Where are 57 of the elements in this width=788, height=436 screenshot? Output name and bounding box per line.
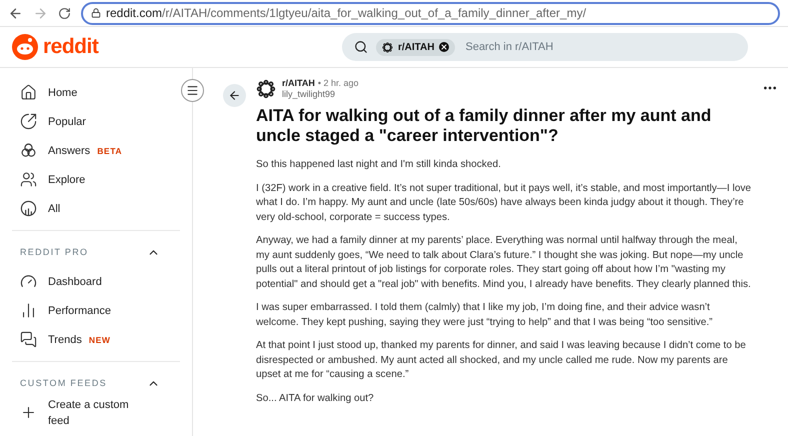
answers-icon	[20, 142, 37, 159]
search-field[interactable]: r/AITAH Search in r/AITAH	[342, 33, 748, 61]
sidebar-item[interactable]: Performance	[8, 296, 184, 325]
search-icon	[354, 40, 368, 54]
post-paragraph: I (32F) work in a creative field. It’s not super traditional, but it pays well, it’s stable, and most importantly—I love what I do. I’m happy. My aunt and uncle (late 50s/60s) have always been kinda judgy about it though. They’re very old-school, corporate = success types.	[256, 182, 752, 224]
post-paragraph: So... AITA for walking out?	[256, 392, 375, 406]
section-header[interactable]: REDDIT PRO	[8, 241, 172, 263]
item-label: Answers	[48, 144, 90, 156]
sidebar-item[interactable]: Create a custom feed	[8, 398, 184, 427]
lock-icon	[91, 8, 101, 18]
post-paragraph: At that point I just stood up, thanked my parents for dinner, and said I was leaving because I didn’t come to be disrespected or ambushed. My aunt acted all shocked, and my uncle called me rude. Now my parents are upset at me for “causing a scene.”	[256, 339, 747, 382]
community-chip[interactable]: r/AITAH	[376, 38, 456, 56]
sidebar-item[interactable]: Dashboard	[8, 267, 184, 296]
back-arrow-icon	[228, 89, 241, 102]
back-button[interactable]	[223, 84, 246, 107]
url-text: reddit.com/r/AITAH/comments/1lgtyeu/aita_for_walking_out_of_a_family_dinner_after_my/	[106, 6, 586, 20]
item-label: Home	[48, 86, 78, 98]
author-name[interactable]: lily_twilight99	[282, 89, 359, 100]
sidebar-item[interactable]: Popular	[8, 107, 184, 136]
item-label: Dashboard	[48, 274, 102, 290]
section-header[interactable]: CUSTOM FEEDS	[8, 372, 172, 394]
item-label: Performance	[48, 304, 111, 318]
chat-icon	[20, 331, 37, 348]
sidebar-item[interactable]: Home	[8, 78, 184, 107]
menu-button[interactable]	[181, 79, 204, 102]
community-icon	[256, 79, 276, 99]
sidebar-item[interactable]: Trends NEW	[8, 325, 184, 354]
people-icon	[20, 171, 37, 188]
arrow-circle-icon	[20, 113, 37, 130]
community-icon	[382, 42, 393, 52]
menu-icon	[186, 84, 199, 97]
badge-label: BETA	[97, 146, 122, 156]
sidebar-item[interactable]: Explore	[8, 165, 184, 194]
sidebar-item[interactable]: All	[8, 194, 184, 223]
plus-icon	[20, 404, 37, 421]
home-icon	[20, 84, 37, 101]
logo-icon	[12, 34, 38, 60]
address-bar[interactable]: reddit.com/r/AITAH/comments/1lgtyeu/aita_for_walking_out_of_a_family_dinner_after_my/	[81, 2, 780, 24]
back-icon[interactable]	[8, 6, 23, 20]
post-paragraph: Anyway, we had a family dinner at my parents’ place. Everything was normal until halfway through the meal, my aunt suddenly goes, “We need to talk about Clara’s future.” I thought she was joking. But nope—my uncle pulls out a literal printout of job listings for corporate roles. They start going off about how I’m "wasting my potential" and should get a "real job" with benefits. Mind you, I already have benefits. They clearly planned this.	[256, 234, 752, 292]
close-icon[interactable]	[439, 42, 450, 52]
item-label: Create a custom feed	[48, 398, 130, 428]
post-paragraph: So this happened last night and I'm still kinda shocked.	[256, 158, 502, 172]
item-label: Explore	[48, 174, 86, 186]
reload-icon[interactable]	[58, 6, 71, 20]
bar-chart-icon	[20, 302, 37, 319]
gauge-icon	[20, 273, 37, 290]
post-paragraph: I was super embarrassed. I told them (calmly) that I like my job, I’m doing fine, and their advice wasn’t welcome. They kept pushing, saying they were just “trying to help” and that I was being “too sensitive.”	[256, 301, 714, 330]
post-meta: r/AITAH • 2 hr. ago	[282, 78, 359, 89]
badge-label: NEW	[88, 334, 110, 344]
sidebar-item[interactable]: Answers BETA	[8, 136, 184, 165]
post-title: AITA for walking out of a family dinner after my aunt and uncle staged a "career intervention"?	[256, 106, 712, 146]
item-label: All	[48, 202, 60, 214]
chip-label: r/AITAH	[398, 42, 434, 52]
item-label: Popular	[48, 116, 86, 128]
item-label: Trends	[48, 332, 82, 348]
all-icon	[20, 200, 37, 217]
